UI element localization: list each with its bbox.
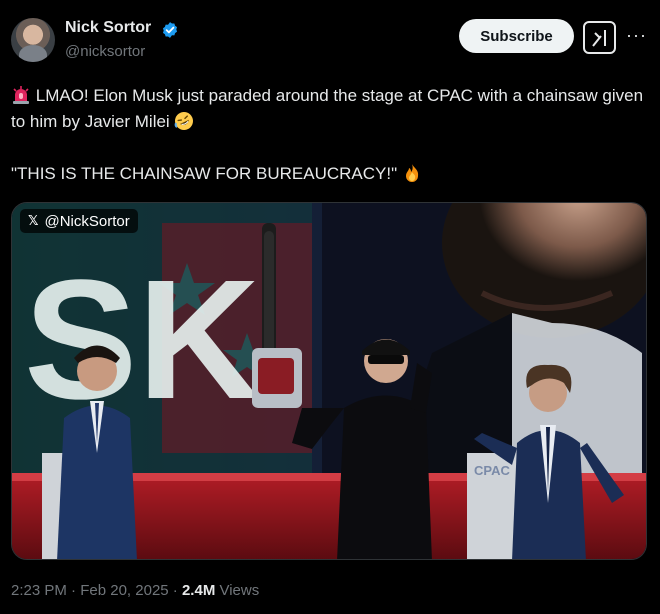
author-handle[interactable]: @nicksortor: [65, 43, 145, 60]
author-avatar[interactable]: [11, 18, 55, 62]
subscribe-button[interactable]: Subscribe: [459, 19, 574, 53]
post-line-2-text: "THIS IS THE CHAINSAW FOR BUREAUCRACY!": [11, 164, 398, 183]
podium-sign: CPAC: [474, 463, 510, 478]
x-logo-icon: 𝕏: [28, 213, 39, 228]
watermark-text: @NickSortor: [44, 212, 130, 230]
video-frame: SK CPAC: [12, 203, 646, 559]
siren-emoji-icon: [13, 86, 29, 104]
post-text: LMAO! Elon Musk just paraded around the …: [11, 83, 651, 187]
post-line-2: "THIS IS THE CHAINSAW FOR BUREAUCRACY!": [11, 161, 651, 187]
more-options-icon[interactable]: ···: [626, 25, 647, 46]
media-video[interactable]: SK CPAC 𝕏 @NickSortor: [11, 202, 647, 560]
post-date[interactable]: Feb 20, 2025: [80, 582, 168, 599]
grok-glyph-icon: [591, 29, 606, 47]
post-meta: 2:23 PM · Feb 20, 2025 · 2.4M Views: [11, 582, 259, 599]
fire-emoji-icon: [405, 164, 418, 182]
post-line-1-text: LMAO! Elon Musk just paraded around the …: [11, 86, 644, 131]
grok-icon[interactable]: [583, 21, 616, 54]
meta-separator: ·: [168, 582, 182, 599]
rofl-emoji-icon: [175, 112, 194, 130]
video-watermark: 𝕏 @NickSortor: [20, 209, 138, 233]
post-time[interactable]: 2:23 PM: [11, 582, 67, 599]
post-header: Nick Sortor @nicksortor Subscribe ···: [0, 0, 660, 75]
author-name[interactable]: Nick Sortor: [65, 19, 151, 37]
verified-badge-icon: [162, 22, 178, 38]
post-line-1: LMAO! Elon Musk just paraded around the …: [11, 83, 651, 135]
meta-separator: ·: [66, 582, 81, 599]
views-label: Views: [215, 582, 260, 599]
views-count[interactable]: 2.4M: [182, 582, 215, 599]
svg-text:SK: SK: [24, 245, 260, 435]
